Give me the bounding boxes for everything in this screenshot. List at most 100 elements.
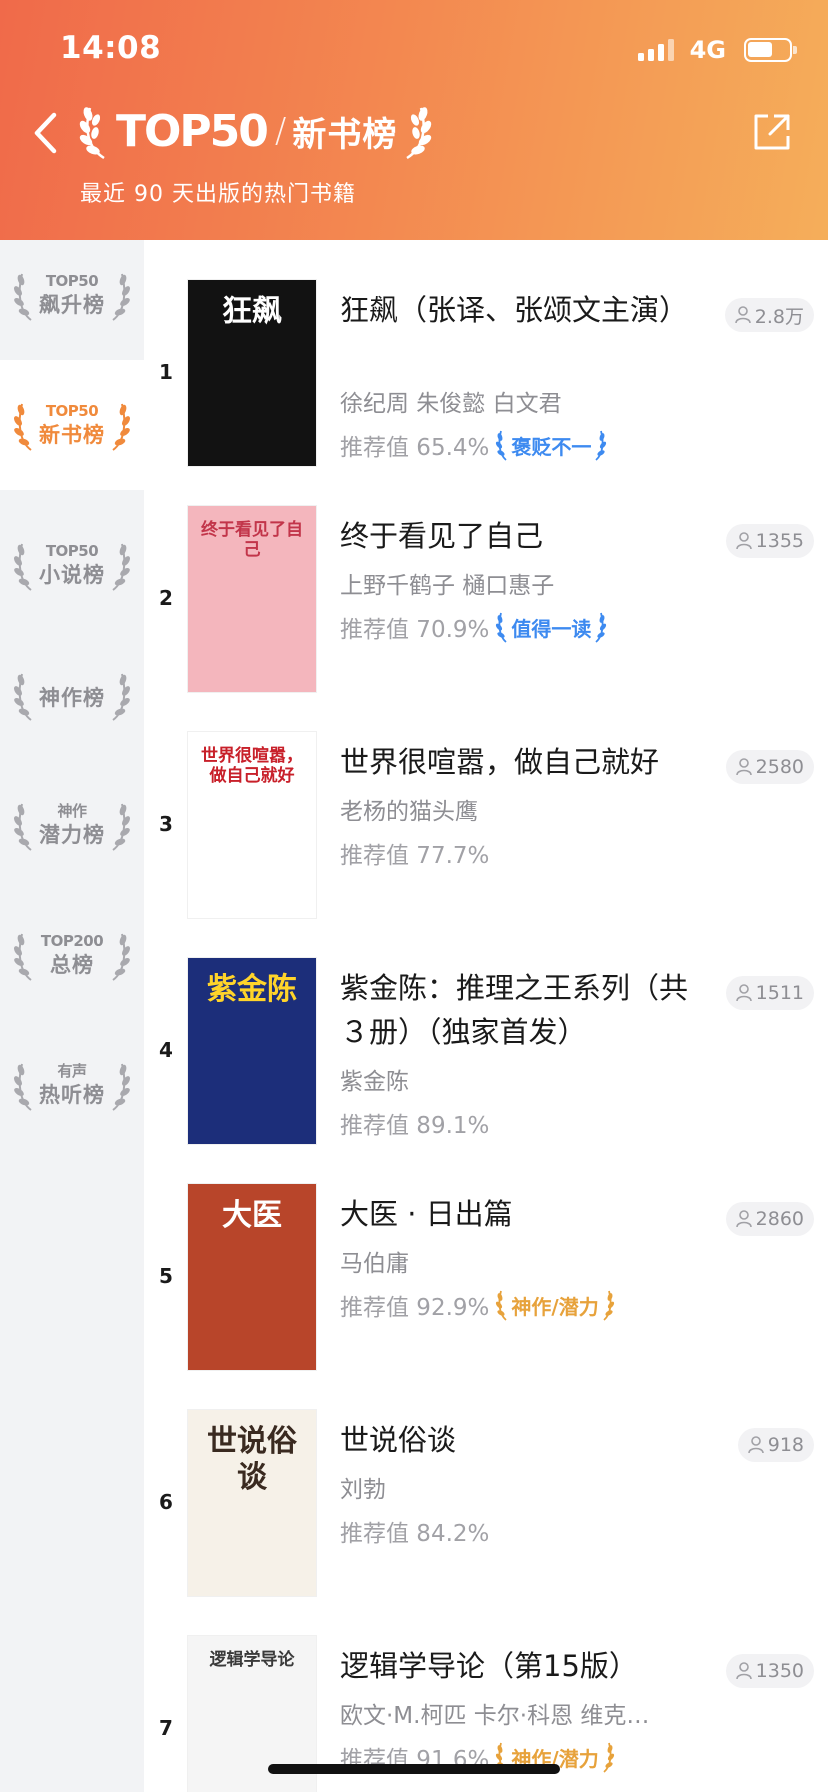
sidebar-item-text: TOP50 新书榜 xyxy=(39,404,105,446)
book-score: 推荐值 65.4% 褒贬不一 xyxy=(340,428,607,462)
back-button[interactable] xyxy=(26,108,66,158)
page-title: 新书榜 xyxy=(292,114,398,155)
book-score: 推荐值 89.1% xyxy=(340,1106,489,1140)
sidebar-item-text: 有声 热听榜 xyxy=(39,1064,105,1106)
share-icon xyxy=(754,114,790,150)
reader-count-badge: 1355 xyxy=(725,524,814,558)
book-cover-title: 世界很喧嚣，做自己就好 xyxy=(201,746,303,787)
book-score: 推荐值 92.9% 神作/潜力 xyxy=(340,1288,615,1322)
rating-badge-label: 褒贬不一 xyxy=(511,434,592,459)
reader-count: 1350 xyxy=(755,1660,804,1682)
sidebar-item-text: 神作榜 xyxy=(39,682,105,709)
laurel-icon xyxy=(496,612,508,643)
laurel-icon xyxy=(14,933,32,981)
book-cover-title: 狂飙 xyxy=(222,294,282,329)
book-rank: 5 xyxy=(159,1264,173,1288)
sidebar-item-content: 神作榜 xyxy=(13,660,131,730)
laurel-right-icon xyxy=(406,107,432,160)
sidebar-item[interactable]: 有声 热听榜 xyxy=(0,1020,144,1150)
book-author: 欧文·M.柯匹 卡尔·科恩 维克… xyxy=(340,1703,650,1729)
sidebar-item-label: 小说榜 xyxy=(39,563,105,587)
status-icons: 4G xyxy=(637,36,797,64)
laurel-icon xyxy=(112,543,130,591)
home-indicator xyxy=(268,1764,560,1774)
book-rank: 4 xyxy=(159,1038,173,1062)
book-author: 徐纪周 朱俊懿 白文君 xyxy=(340,391,562,417)
book-title[interactable]: 终于看见了自己 xyxy=(340,514,710,558)
laurel-icon xyxy=(112,933,130,981)
reader-count-badge: 1350 xyxy=(725,1654,814,1688)
book-title[interactable]: 世界很喧嚣，做自己就好 xyxy=(340,740,710,784)
sidebar-item-content: TOP50 新书榜 xyxy=(13,390,131,460)
sidebar-item[interactable]: 神作榜 xyxy=(0,630,144,760)
sidebar-item-content: TOP200 总榜 xyxy=(13,920,131,990)
laurel-icon xyxy=(603,1290,614,1321)
sidebar-item-content: 有声 热听榜 xyxy=(13,1050,131,1120)
sidebar-item[interactable]: TOP50 飙升榜 xyxy=(0,230,144,360)
laurel-icon xyxy=(496,430,508,461)
book-title[interactable]: 世说俗谈 xyxy=(340,1418,710,1462)
book-author: 马伯庸 xyxy=(340,1251,409,1277)
book-rank: 7 xyxy=(159,1716,173,1740)
laurel-icon xyxy=(595,612,607,643)
book-cover[interactable]: 世说俗谈 xyxy=(188,1410,316,1596)
sidebar-item[interactable]: TOP50 新书榜 xyxy=(0,360,144,490)
book-list-item[interactable]: 5 大医 大医 · 日出篇 马伯庸 推荐值 92.9% 神作/潜力 2860 xyxy=(144,1168,828,1394)
header: 14:08 4G TOP50 / 新书榜 最近 90 天出版的热门书籍 xyxy=(0,0,828,240)
book-score-value: 推荐值 70.9% xyxy=(340,617,490,643)
signal-icon xyxy=(637,39,674,61)
page-subtitle: 最近 90 天出版的热门书籍 xyxy=(80,182,356,207)
book-cover-title: 逻辑学导论 xyxy=(209,1650,295,1670)
brand-logo: TOP50 xyxy=(116,105,269,157)
book-list-item[interactable]: 1 狂飙 狂飙（张译、张颂文主演） 徐纪周 朱俊懿 白文君 推荐值 65.4% … xyxy=(144,264,828,490)
share-button[interactable] xyxy=(752,112,792,152)
book-title[interactable]: 逻辑学导论（第15版） xyxy=(340,1644,710,1688)
laurel-icon xyxy=(112,1063,130,1111)
book-cover[interactable]: 终于看见了自己 xyxy=(188,506,316,692)
laurel-icon xyxy=(112,803,130,851)
laurel-icon xyxy=(14,803,32,851)
sidebar-item-tag: TOP50 xyxy=(45,272,99,290)
sidebar-item-text: 神作 潜力榜 xyxy=(39,804,105,846)
reader-count: 1355 xyxy=(755,530,804,552)
book-title[interactable]: 大医 · 日出篇 xyxy=(340,1192,710,1236)
brand-separator: / xyxy=(274,111,287,151)
sidebar-item-tag: TOP50 xyxy=(45,542,99,560)
user-icon xyxy=(735,1662,752,1680)
laurel-left-icon xyxy=(79,107,105,160)
book-cover-title: 世说俗谈 xyxy=(207,1424,297,1495)
book-list-item[interactable]: 2 终于看见了自己 终于看见了自己 上野千鹤子 樋口惠子 推荐值 70.9% 值… xyxy=(144,490,828,716)
laurel-icon xyxy=(112,673,130,721)
reader-count-badge: 2.8万 xyxy=(724,298,814,332)
book-score: 推荐值 77.7% xyxy=(340,836,489,870)
laurel-icon xyxy=(14,273,32,321)
status-time: 14:08 xyxy=(60,30,162,66)
reader-count: 918 xyxy=(767,1434,804,1456)
sidebar-item[interactable]: 神作 潜力榜 xyxy=(0,760,144,890)
book-rank: 3 xyxy=(159,812,173,836)
book-author: 老杨的猫头鹰 xyxy=(340,799,478,825)
sidebar-item-text: TOP50 飙升榜 xyxy=(39,274,105,316)
network-type: 4G xyxy=(689,36,726,64)
book-cover[interactable]: 世界很喧嚣，做自己就好 xyxy=(188,732,316,918)
laurel-icon xyxy=(595,430,607,461)
sidebar-item[interactable]: TOP200 总榜 xyxy=(0,890,144,1020)
book-list-item[interactable]: 4 紫金陈 紫金陈：推理之王系列（共３册）（独家首发） 紫金陈 推荐值 89.1… xyxy=(144,942,828,1168)
book-title[interactable]: 紫金陈：推理之王系列（共３册）（独家首发） xyxy=(340,966,710,1054)
book-list-item[interactable]: 3 世界很喧嚣，做自己就好 世界很喧嚣，做自己就好 老杨的猫头鹰 推荐值 77.… xyxy=(144,716,828,942)
user-icon xyxy=(735,758,752,776)
book-cover[interactable]: 紫金陈 xyxy=(188,958,316,1144)
book-title[interactable]: 狂飙（张译、张颂文主演） xyxy=(340,288,710,332)
sidebar-item-content: TOP50 飙升榜 xyxy=(13,260,131,330)
sidebar-item[interactable]: TOP50 小说榜 xyxy=(0,500,144,630)
reader-count: 2860 xyxy=(755,1208,804,1230)
user-icon xyxy=(734,306,751,324)
book-cover[interactable]: 狂飙 xyxy=(188,280,316,466)
sidebar-item-label: 新书榜 xyxy=(39,423,105,447)
book-list-item[interactable]: 6 世说俗谈 世说俗谈 刘勃 推荐值 84.2% 918 xyxy=(144,1394,828,1620)
book-cover[interactable]: 大医 xyxy=(188,1184,316,1370)
book-rank: 2 xyxy=(159,586,173,610)
sidebar-item-content: 神作 潜力榜 xyxy=(13,790,131,860)
sidebar-item-tag: TOP50 xyxy=(45,402,99,420)
rating-badge: 褒贬不一 xyxy=(495,428,607,462)
